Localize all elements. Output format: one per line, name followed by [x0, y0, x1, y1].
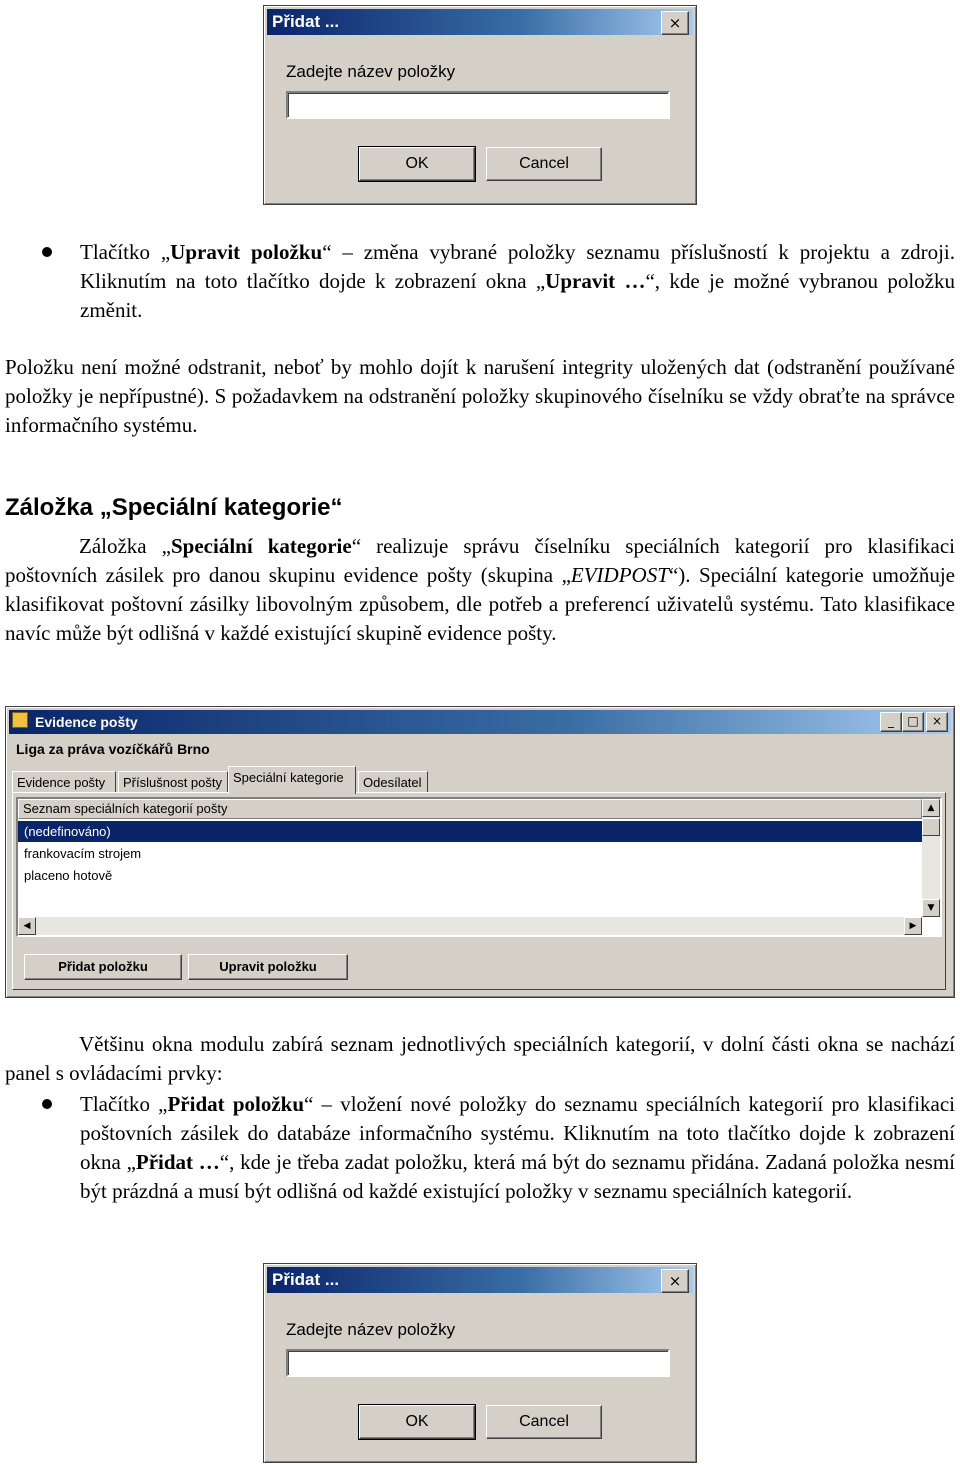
- app-icon: [12, 712, 28, 728]
- evidence-window: Evidence pošty _ □ × Liga za práva vozíč…: [5, 706, 955, 998]
- bullet-add-item: Tlačítko „Přidat položku“ – vložení nové…: [80, 1090, 955, 1206]
- tab-affiliation[interactable]: Příslušnost pošty: [118, 771, 228, 793]
- paragraph-removal: Položku není možné odstranit, neboť by m…: [5, 355, 955, 437]
- vertical-scrollbar[interactable]: ▲ ▼: [922, 799, 940, 917]
- scroll-left-icon[interactable]: ◀: [18, 917, 36, 935]
- tab-name: Speciální kategorie: [171, 534, 352, 558]
- organization-name: Liga za práva vozíčkářů Brno: [16, 741, 210, 757]
- scroll-up-icon[interactable]: ▲: [922, 799, 940, 817]
- tab-evidence[interactable]: Evidence pošty: [12, 771, 116, 793]
- group-name: EVIDPOST: [570, 563, 669, 587]
- window-titlebar: Evidence pošty: [9, 710, 951, 734]
- dialog-title: Přidat ...: [272, 1270, 340, 1289]
- item-name-input[interactable]: [286, 91, 670, 119]
- maximize-icon[interactable]: □: [902, 712, 924, 732]
- bullet-dot: [42, 1099, 52, 1109]
- add-item-dialog-top: Přidat ... × Zadejte název položky OK Ca…: [263, 5, 697, 205]
- button-name: Přidat položku: [167, 1092, 305, 1116]
- scroll-thumb[interactable]: [922, 818, 940, 836]
- cancel-button[interactable]: Cancel: [486, 147, 602, 181]
- list-item[interactable]: (nedefinováno): [18, 821, 922, 842]
- bullet-dot: [42, 247, 52, 257]
- add-item-button[interactable]: Přidat položku: [24, 954, 182, 980]
- window-name: Upravit …: [545, 269, 646, 293]
- section-heading: Záložka „Speciální kategorie“: [5, 494, 343, 521]
- button-name: Upravit položku: [170, 240, 323, 264]
- scroll-down-icon[interactable]: ▼: [922, 899, 940, 917]
- list-item[interactable]: placeno hotově: [18, 865, 922, 886]
- list-column-header[interactable]: Seznam speciálních kategorií pošty: [18, 799, 922, 819]
- scroll-right-icon[interactable]: ▶: [904, 917, 922, 935]
- dialog-title: Přidat ...: [272, 12, 340, 31]
- close-icon[interactable]: ×: [661, 1269, 689, 1293]
- item-name-input[interactable]: [286, 1349, 670, 1377]
- window-title: Evidence pošty: [35, 714, 138, 730]
- dialog-titlebar: Přidat ...: [267, 1267, 693, 1293]
- close-icon[interactable]: ×: [661, 11, 689, 35]
- paragraph-window-description: Většinu okna modulu zabírá seznam jednot…: [5, 1032, 955, 1085]
- paragraph-special-categories: Záložka „Speciální kategorie“ realizuje …: [5, 532, 955, 648]
- list-item[interactable]: frankovacím strojem: [18, 843, 922, 864]
- window-name: Přidat …: [135, 1150, 220, 1174]
- dialog-prompt: Zadejte název položky: [286, 1320, 456, 1339]
- dialog-titlebar: Přidat ...: [267, 9, 693, 35]
- ok-button[interactable]: OK: [358, 146, 476, 182]
- minimize-icon[interactable]: _: [880, 712, 902, 732]
- add-item-dialog-bottom: Přidat ... × Zadejte název položky OK Ca…: [263, 1263, 697, 1463]
- text: Tlačítko „: [80, 240, 171, 264]
- edit-item-button[interactable]: Upravit položku: [188, 954, 348, 980]
- tab-sender[interactable]: Odesílatel: [358, 771, 428, 793]
- tab-special-categories[interactable]: Speciální kategorie: [228, 766, 356, 794]
- bullet-edit-item: Tlačítko „Upravit položku“ – změna vybra…: [80, 238, 955, 325]
- ok-button[interactable]: OK: [358, 1404, 476, 1440]
- horizontal-scrollbar[interactable]: ◀ ▶: [18, 917, 922, 935]
- close-icon[interactable]: ×: [926, 712, 948, 732]
- cancel-button[interactable]: Cancel: [486, 1405, 602, 1439]
- dialog-prompt: Zadejte název položky: [286, 62, 456, 81]
- categories-list[interactable]: Seznam speciálních kategorií pošty (nede…: [16, 797, 942, 937]
- text: Záložka „: [79, 534, 171, 558]
- text: Tlačítko „: [80, 1092, 168, 1116]
